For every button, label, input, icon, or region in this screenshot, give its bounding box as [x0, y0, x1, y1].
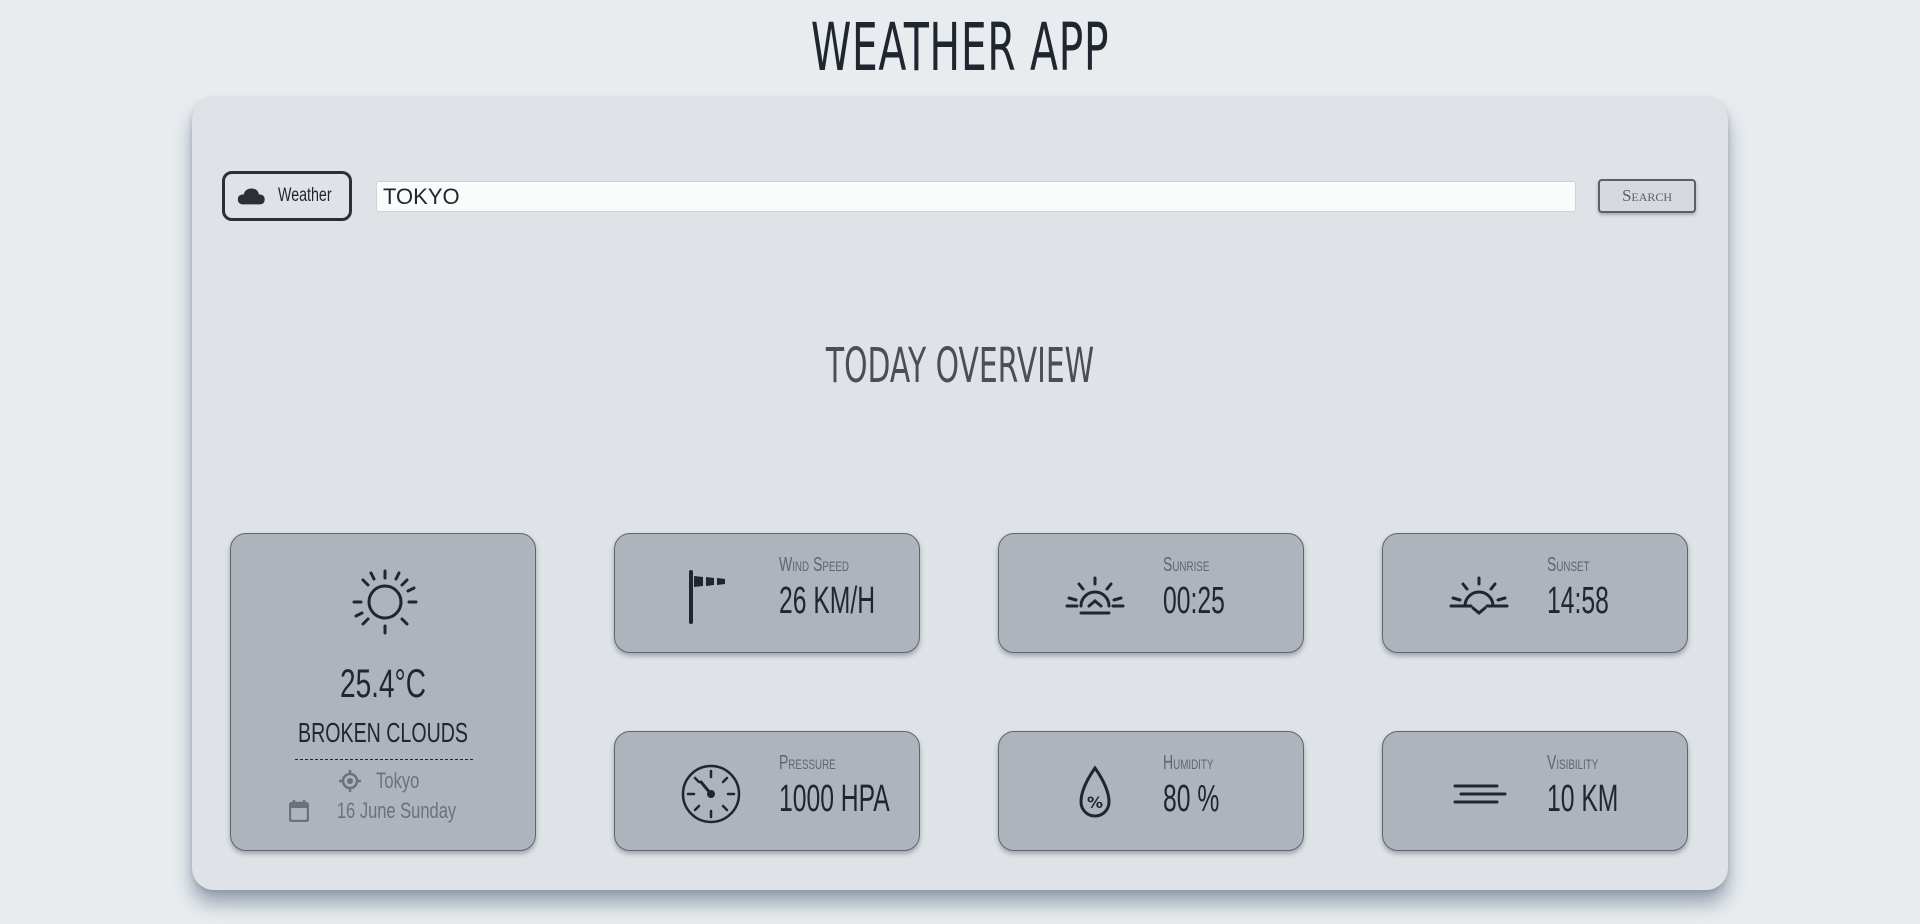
- sun-icon: [352, 569, 418, 635]
- windsock-icon: [689, 570, 725, 624]
- humidity-value: 80 %: [1163, 778, 1220, 820]
- pressure-value: 1000 HPA: [779, 778, 890, 820]
- wind-speed-value: 26 KM/H: [779, 580, 876, 622]
- brand-badge: Weather: [222, 171, 352, 221]
- weather-card: Weather Search TODAY OVERVIEW 25.4°C: [192, 98, 1728, 890]
- humidity-drop-icon: %: [1079, 765, 1111, 818]
- location-target-icon: [339, 770, 362, 792]
- humidity-tile: % Humidity 80 %: [998, 731, 1304, 851]
- sunset-tile: Sunset 14:58: [1382, 533, 1688, 653]
- sunrise-icon: [1065, 576, 1125, 615]
- visibility-value: 10 KM: [1547, 778, 1619, 820]
- city-search-input[interactable]: [376, 181, 1576, 212]
- date-row: 16 June Sunday: [231, 798, 535, 824]
- sunset-label: Sunset: [1547, 554, 1590, 576]
- sunset-icon: [1449, 576, 1509, 615]
- calendar-icon: [289, 800, 310, 822]
- pressure-tile: Pressure 1000 HPA: [614, 731, 920, 851]
- section-title: TODAY OVERVIEW: [825, 338, 1095, 394]
- sunset-value: 14:58: [1547, 580, 1609, 622]
- divider: [295, 759, 473, 760]
- wind-speed-label: Wind Speed: [779, 554, 850, 576]
- search-button[interactable]: Search: [1598, 179, 1696, 213]
- visibility-label: Visibility: [1547, 752, 1599, 774]
- cloud-icon: [237, 188, 265, 205]
- pressure-label: Pressure: [779, 752, 836, 774]
- date-label: 16 June Sunday: [337, 798, 457, 823]
- location-row: Tokyo: [231, 768, 535, 794]
- visibility-tile: Visibility 10 KM: [1382, 731, 1688, 851]
- weather-description: BROKEN CLOUDS: [298, 717, 468, 748]
- sunrise-value: 00:25: [1163, 580, 1225, 622]
- app-title: WEATHER APP: [810, 9, 1110, 86]
- fog-lines-icon: [1453, 784, 1507, 804]
- brand-label: Weather: [277, 185, 332, 206]
- sunrise-label: Sunrise: [1163, 554, 1210, 576]
- wind-speed-tile: Wind Speed 26 KM/H: [614, 533, 920, 653]
- humidity-label: Humidity: [1163, 752, 1214, 774]
- current-weather-tile: 25.4°C BROKEN CLOUDS Tokyo 16 June Sunda…: [230, 533, 536, 851]
- gauge-icon: [681, 764, 741, 824]
- svg-text:%: %: [1087, 793, 1103, 812]
- sunrise-tile: Sunrise 00:25: [998, 533, 1304, 653]
- temperature-value: 25.4°C: [340, 662, 426, 706]
- location-label: Tokyo: [376, 768, 420, 793]
